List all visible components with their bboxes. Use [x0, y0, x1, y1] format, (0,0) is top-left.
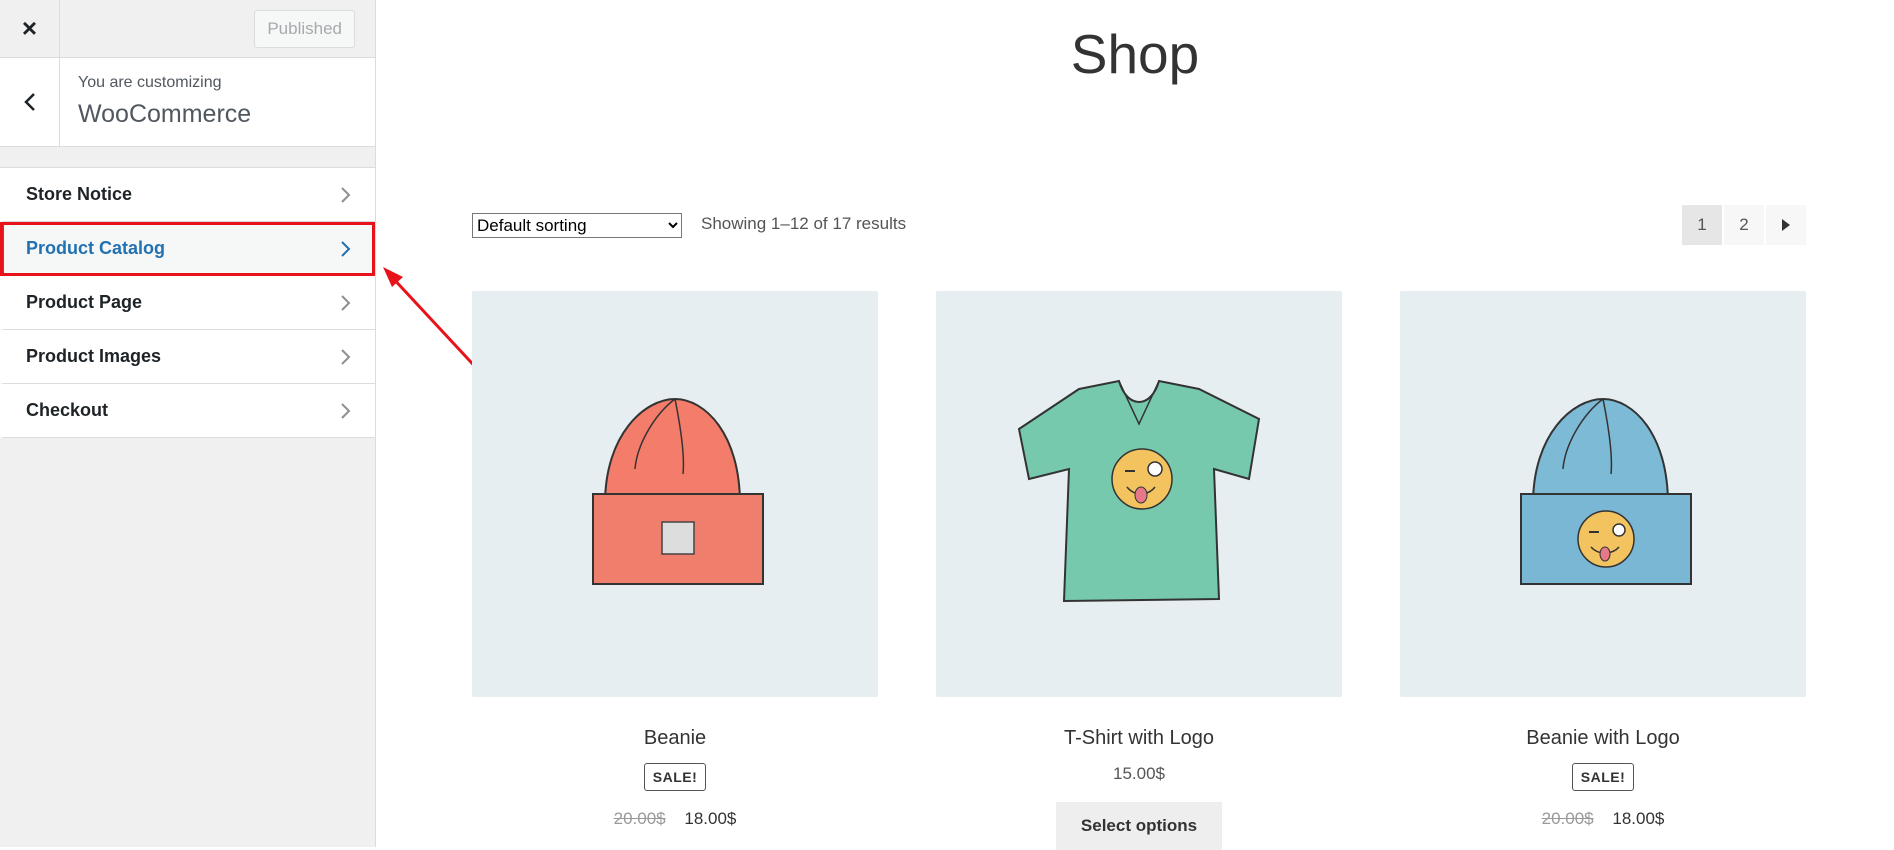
panel-list: Store Notice Product Catalog Product Pag…	[0, 167, 375, 438]
chevron-right-icon	[341, 348, 351, 365]
product-price: 15.00$	[1113, 764, 1165, 783]
product-name[interactable]: T-Shirt with Logo	[936, 727, 1342, 750]
customizer-context: You are customizing WooCommerce	[0, 58, 375, 147]
select-options-button[interactable]: Select options	[1055, 802, 1223, 850]
panel-product-page[interactable]: Product Page	[0, 276, 375, 330]
context-subtitle: You are customizing	[78, 74, 222, 91]
context-title: WooCommerce	[78, 100, 252, 128]
page-title: Shop	[1070, 23, 1200, 85]
product-card: Beanie with Logo SALE! 20.00$ 18.00$	[1400, 291, 1806, 829]
context-info: You are customizing WooCommerce	[60, 58, 269, 146]
tshirt-image	[1017, 379, 1261, 603]
result-count: Showing 1–12 of 17 results	[701, 214, 907, 233]
back-icon	[23, 93, 35, 111]
back-button[interactable]	[0, 58, 60, 146]
sale-badge: SALE!	[1571, 763, 1635, 791]
sale-price: 18.00$	[684, 809, 737, 828]
next-page-button[interactable]	[1766, 205, 1806, 245]
panel-label: Product Page	[26, 292, 143, 312]
product-card: T-Shirt with Logo 15.00$ Select options	[936, 291, 1342, 850]
page-1-button[interactable]: 1	[1682, 205, 1722, 245]
next-page-icon	[1782, 219, 1790, 231]
panel-store-notice[interactable]: Store Notice	[0, 168, 375, 222]
product-card: Beanie SALE! 20.00$ 18.00$	[472, 291, 878, 829]
pagination: 1 2	[1682, 205, 1806, 245]
product-price: 20.00$ 18.00$	[1400, 809, 1806, 829]
product-name[interactable]: Beanie with Logo	[1400, 727, 1806, 750]
beanie-image	[592, 397, 764, 585]
publish-button[interactable]: Published	[254, 9, 355, 48]
page-2-button[interactable]: 2	[1724, 205, 1764, 245]
sale-badge: SALE!	[643, 763, 707, 791]
panel-checkout[interactable]: Checkout	[0, 384, 375, 438]
customizer-header: × Published	[0, 0, 375, 58]
old-price: 20.00$	[613, 809, 666, 828]
close-icon: ×	[21, 13, 38, 43]
product-price: 20.00$ 18.00$	[472, 809, 878, 829]
product-name[interactable]: Beanie	[472, 727, 878, 750]
product-image[interactable]	[1400, 291, 1806, 697]
panel-label: Checkout	[26, 400, 109, 420]
product-image[interactable]	[936, 291, 1342, 697]
chevron-right-icon	[341, 186, 351, 203]
panel-product-images[interactable]: Product Images	[0, 330, 375, 384]
header-actions: Published	[60, 0, 375, 57]
beanie-with-logo-image	[1520, 397, 1692, 585]
panel-label: Product Images	[26, 346, 162, 366]
old-price: 20.00$	[1541, 809, 1594, 828]
chevron-right-icon	[341, 402, 351, 419]
panel-label: Product Catalog	[26, 238, 166, 258]
chevron-right-icon	[341, 240, 351, 257]
customizer-sidebar: × Published You are customizing WooComme…	[0, 0, 376, 847]
sorting-select[interactable]: Default sorting	[472, 213, 682, 238]
product-image[interactable]	[472, 291, 878, 697]
panel-product-catalog[interactable]: Product Catalog	[0, 222, 375, 276]
close-button[interactable]: ×	[0, 0, 60, 57]
panel-label: Store Notice	[26, 184, 133, 204]
sale-price: 18.00$	[1612, 809, 1665, 828]
chevron-right-icon	[341, 294, 351, 311]
